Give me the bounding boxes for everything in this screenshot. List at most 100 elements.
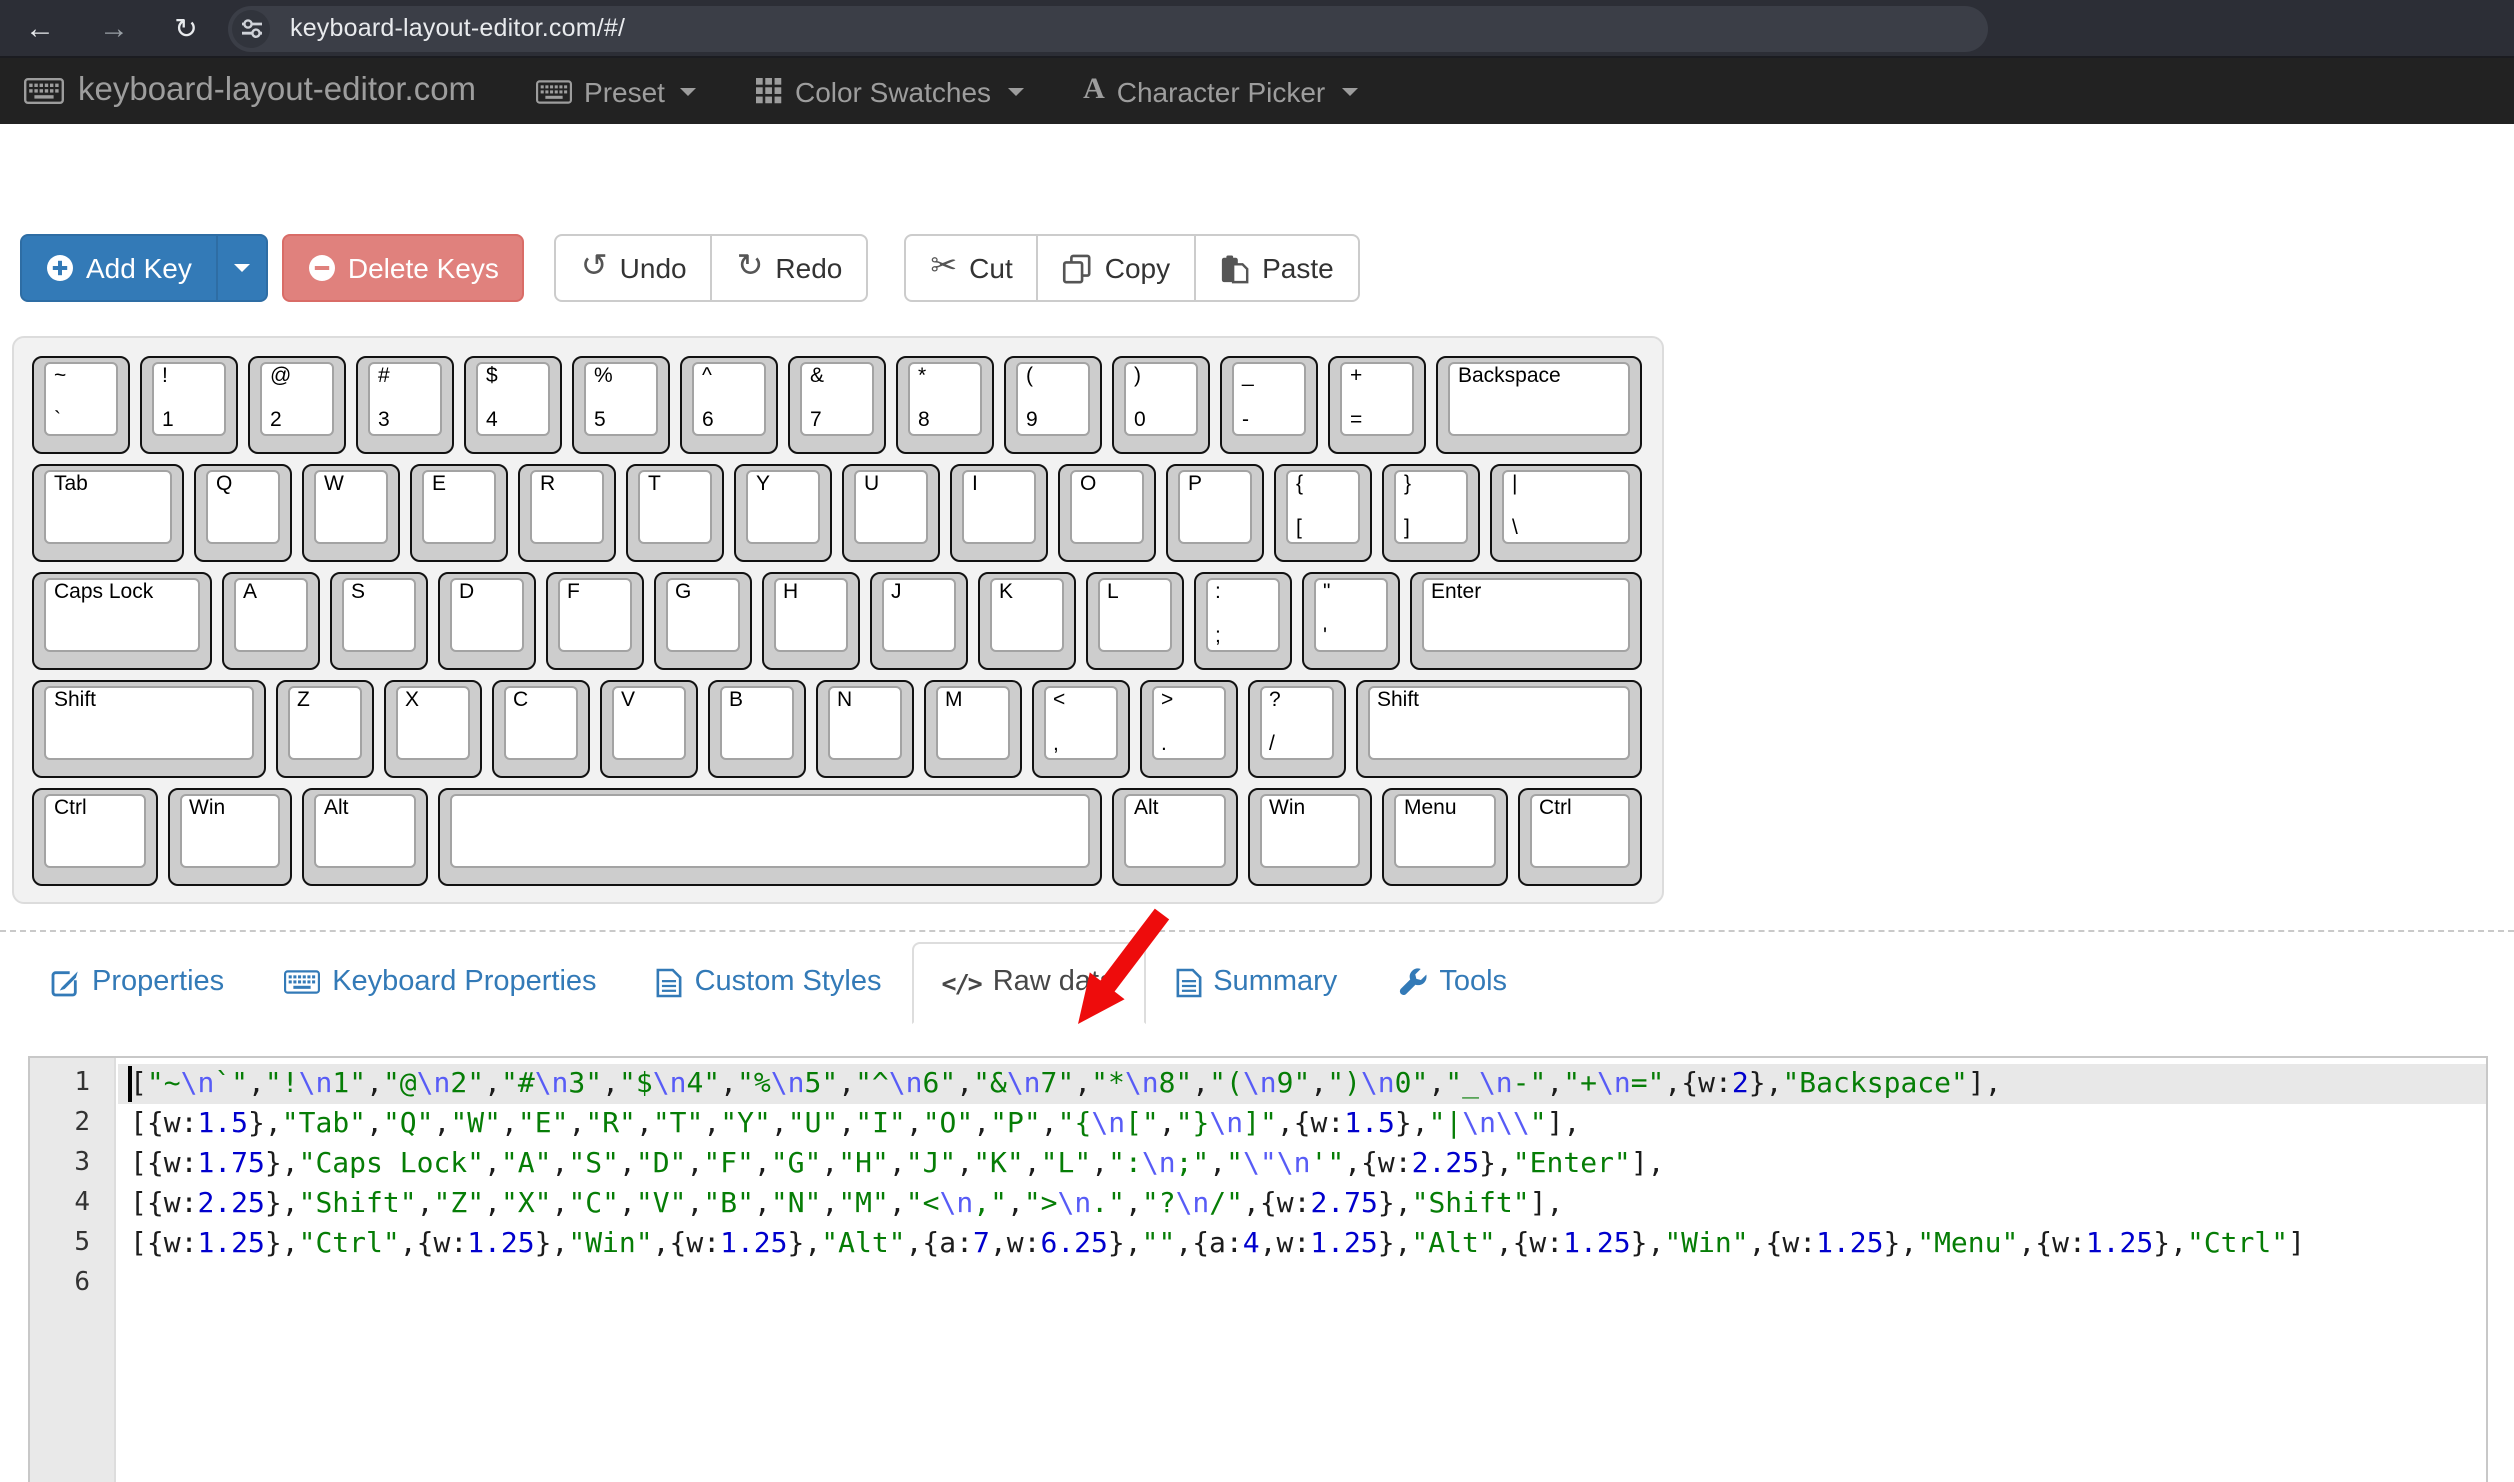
keyboard-key[interactable]: }] (1382, 464, 1480, 562)
keycap-face: S (341, 578, 415, 652)
address-bar[interactable]: keyboard-layout-editor.com/#/ (228, 5, 1988, 51)
keyboard-key[interactable] (437, 788, 1102, 886)
wrench-icon (1397, 967, 1427, 997)
keyboard-key[interactable]: M (923, 680, 1021, 778)
keyboard-key[interactable]: |\ (1490, 464, 1642, 562)
keyboard-key[interactable]: T (626, 464, 724, 562)
keyboard-key[interactable]: Menu (1382, 788, 1507, 886)
keyboard-key[interactable]: K (977, 572, 1075, 670)
copy-button[interactable]: Copy (1037, 234, 1196, 302)
tab-custom-styles[interactable]: Custom Styles (627, 942, 912, 1024)
keyboard-key[interactable]: W (302, 464, 400, 562)
keyboard-key[interactable]: !1 (140, 356, 238, 454)
keyboard-key[interactable]: B (707, 680, 805, 778)
keycap-face: Z (287, 686, 361, 760)
menu-preset[interactable]: Preset (536, 75, 697, 107)
tab-tools[interactable]: Tools (1367, 942, 1537, 1024)
keyboard-key[interactable]: "' (1301, 572, 1399, 670)
keyboard-key[interactable]: S (329, 572, 427, 670)
keyboard-key[interactable]: L (1085, 572, 1183, 670)
keyboard-key[interactable]: A (221, 572, 319, 670)
tab-keyboard-properties[interactable]: Keyboard Properties (254, 942, 626, 1024)
keyboard-key[interactable]: Alt (1112, 788, 1237, 886)
keyboard-key[interactable]: E (410, 464, 508, 562)
keyboard-key[interactable]: Backspace (1436, 356, 1642, 454)
keyboard-key[interactable]: *8 (896, 356, 994, 454)
keyboard-key[interactable]: Z (275, 680, 373, 778)
cut-button[interactable]: ✂ Cut (904, 234, 1038, 302)
delete-keys-button[interactable]: Delete Keys (282, 234, 525, 302)
tab-raw-data[interactable]: </> Raw data (912, 942, 1146, 1024)
menu-character-picker[interactable]: A Character Picker (1083, 74, 1357, 108)
undo-button[interactable]: ↺ Undo (555, 234, 713, 302)
key-legend-top: ( (1026, 364, 1033, 390)
tab-properties[interactable]: Properties (20, 942, 254, 1024)
keyboard-key[interactable]: %5 (572, 356, 670, 454)
browser-reload-icon[interactable]: ↻ (170, 14, 202, 42)
url-text[interactable]: keyboard-layout-editor.com/#/ (290, 14, 625, 42)
plus-circle-icon (46, 254, 74, 282)
keyboard-key[interactable]: I (950, 464, 1048, 562)
keyboard-key[interactable]: G (653, 572, 751, 670)
redo-button[interactable]: ↻ Redo (711, 234, 869, 302)
keyboard-key[interactable]: &7 (788, 356, 886, 454)
raw-data-editor[interactable]: 123456 ["~\n`","!\n1","@\n2","#\n3","$\n… (28, 1056, 2488, 1482)
keyboard-key[interactable]: N (815, 680, 913, 778)
keyboard-key[interactable]: V (599, 680, 697, 778)
keyboard-key[interactable]: D (437, 572, 535, 670)
keyboard-key[interactable]: += (1328, 356, 1426, 454)
keyboard-key[interactable]: ^6 (680, 356, 778, 454)
keycap-face: @2 (260, 362, 334, 436)
keyboard-key[interactable]: <, (1031, 680, 1129, 778)
keyboard-key[interactable]: Shift (1355, 680, 1642, 778)
key-legend-top: # (378, 364, 390, 390)
keyboard-key[interactable]: F (545, 572, 643, 670)
keyboard-key[interactable]: Shift (32, 680, 265, 778)
keyboard-key[interactable]: P (1166, 464, 1264, 562)
keyboard-key[interactable]: Alt (302, 788, 427, 886)
keyboard-key[interactable]: Q (194, 464, 292, 562)
keyboard-key[interactable]: J (869, 572, 967, 670)
keyboard-key[interactable]: (9 (1004, 356, 1102, 454)
keyboard-key[interactable]: ?/ (1247, 680, 1345, 778)
tab-summary[interactable]: Summary (1145, 942, 1367, 1024)
keyboard-key[interactable]: >. (1139, 680, 1237, 778)
key-legend-top: Alt (324, 796, 349, 822)
key-legend-top: _ (1242, 364, 1254, 390)
keyboard-key[interactable]: Enter (1409, 572, 1642, 670)
add-key-button[interactable]: Add Key (20, 234, 218, 302)
key-legend-top: " (1323, 580, 1330, 606)
keyboard-key[interactable]: $4 (464, 356, 562, 454)
keyboard-key[interactable]: Win (167, 788, 292, 886)
keyboard-key[interactable]: :; (1193, 572, 1291, 670)
keyboard-key[interactable]: H (761, 572, 859, 670)
add-key-dropdown-button[interactable] (216, 234, 268, 302)
keyboard-key[interactable]: O (1058, 464, 1156, 562)
site-settings-icon[interactable] (232, 9, 270, 47)
keyboard-key[interactable]: @2 (248, 356, 346, 454)
keyboard-key[interactable]: C (491, 680, 589, 778)
browser-forward-icon[interactable]: → (98, 13, 130, 43)
keyboard-key[interactable]: #3 (356, 356, 454, 454)
keyboard-key[interactable]: Ctrl (1517, 788, 1642, 886)
keyboard-key[interactable]: Ctrl (32, 788, 157, 886)
keyboard-key[interactable]: U (842, 464, 940, 562)
paste-button[interactable]: Paste (1194, 234, 1360, 302)
add-key-label: Add Key (86, 252, 192, 284)
keyboard-key[interactable]: Win (1247, 788, 1372, 886)
browser-back-icon[interactable]: ← (24, 13, 56, 43)
keyboard-key[interactable]: R (518, 464, 616, 562)
keyboard-key[interactable]: )0 (1112, 356, 1210, 454)
keyboard-key[interactable]: Tab (32, 464, 184, 562)
keyboard-key[interactable]: X (383, 680, 481, 778)
keyboard-key[interactable]: Y (734, 464, 832, 562)
menu-color-swatches[interactable]: Color Swatches (757, 75, 1023, 107)
keycap-face: D (449, 578, 523, 652)
keyboard-key[interactable]: Caps Lock (32, 572, 211, 670)
key-legend-top: U (864, 472, 879, 498)
keyboard-key[interactable]: _- (1220, 356, 1318, 454)
keyboard-key[interactable]: {[ (1274, 464, 1372, 562)
key-legend-top: Y (756, 472, 770, 498)
site-brand[interactable]: keyboard-layout-editor.com (24, 72, 476, 110)
keyboard-key[interactable]: ~` (32, 356, 130, 454)
